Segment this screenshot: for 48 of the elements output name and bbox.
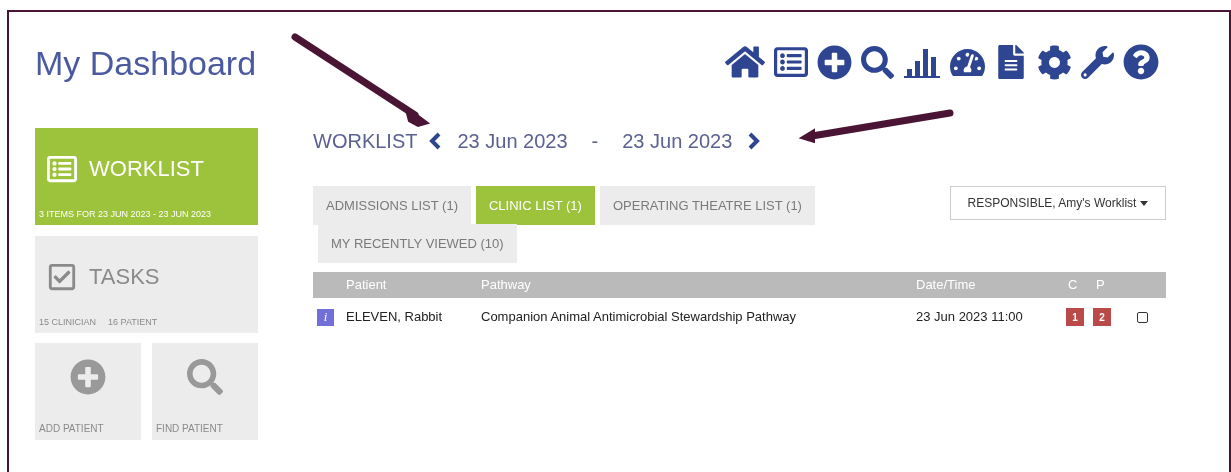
chevron-left-icon — [429, 132, 442, 150]
search-icon[interactable] — [861, 45, 894, 79]
previous-button[interactable] — [429, 132, 442, 150]
column-header: Pathway — [481, 276, 532, 295]
table-cell-text: Companion Animal Antimicrobial Stewardship Pathway — [481, 308, 798, 327]
date-separator: - — [591, 129, 599, 154]
table-cell[interactable]: ELEVEN, Rabbit — [346, 307, 481, 327]
tab[interactable]: CLINIC LIST (1) — [475, 186, 595, 225]
tile-subtitle: 3 ITEMS FOR 23 JUN 2023 - 23 JUN 2023 — [39, 207, 212, 221]
end-date[interactable]: 23 Jun 2023 — [622, 126, 733, 156]
page-title: My Dashboard — [35, 43, 258, 84]
info-badge[interactable]: i — [317, 308, 334, 326]
list-icon — [47, 153, 77, 184]
caret-icon — [1140, 200, 1149, 206]
chevron-right-icon — [748, 132, 761, 150]
list-icon[interactable] — [774, 45, 808, 79]
plus-icon — [70, 359, 106, 395]
tab[interactable]: ADMISSIONS LIST (1) — [313, 186, 471, 225]
tile-title: WORKLIST — [89, 155, 204, 183]
column-header: C — [1068, 276, 1079, 295]
tab[interactable]: OPERATING THEATRE LIST (1) — [599, 186, 815, 225]
help-icon[interactable] — [1123, 44, 1159, 80]
worklist-heading: WORKLIST — [313, 129, 418, 154]
column-header: Patient — [346, 276, 388, 295]
start-date[interactable]: 23 Jun 2023 — [457, 126, 568, 156]
action-tile[interactable]: FIND PATIENT — [152, 343, 258, 440]
next-button[interactable] — [748, 132, 761, 150]
count-badge: 1 — [1066, 308, 1084, 326]
column-header: P — [1096, 276, 1105, 295]
tile-label: FIND PATIENT — [156, 422, 223, 436]
worklist-dropdown[interactable]: RESPONSIBLE, Amy's Worklist — [950, 186, 1166, 220]
tab[interactable]: MY RECENTLY VIEWED (10) — [318, 224, 517, 263]
dashboard-tile[interactable]: TASKS 15 CLINICIAN 16 PATIENT — [35, 236, 258, 333]
dashboard-tile[interactable]: WORKLIST 3 ITEMS FOR 23 JUN 2023 - 23 JUN 2023 — [35, 128, 258, 225]
count-badge: 2 — [1093, 308, 1111, 326]
action-tile[interactable]: ADD PATIENT — [35, 343, 141, 440]
row-checkbox[interactable] — [1137, 311, 1148, 323]
table-cell-text: 23 Jun 2023 11:00 — [916, 308, 1024, 327]
checkbox-icon — [47, 261, 77, 292]
wrench-icon[interactable] — [1081, 45, 1114, 79]
tile-count: 15 CLINICIAN — [39, 315, 97, 329]
settings-icon[interactable] — [1037, 44, 1072, 80]
tile-count: 16 PATIENT — [108, 315, 158, 329]
search-icon — [187, 359, 223, 395]
tile-label: ADD PATIENT — [39, 422, 104, 436]
tile-title: TASKS — [89, 263, 160, 291]
plus-icon[interactable] — [817, 44, 852, 80]
column-header: Date/Time — [916, 276, 977, 295]
